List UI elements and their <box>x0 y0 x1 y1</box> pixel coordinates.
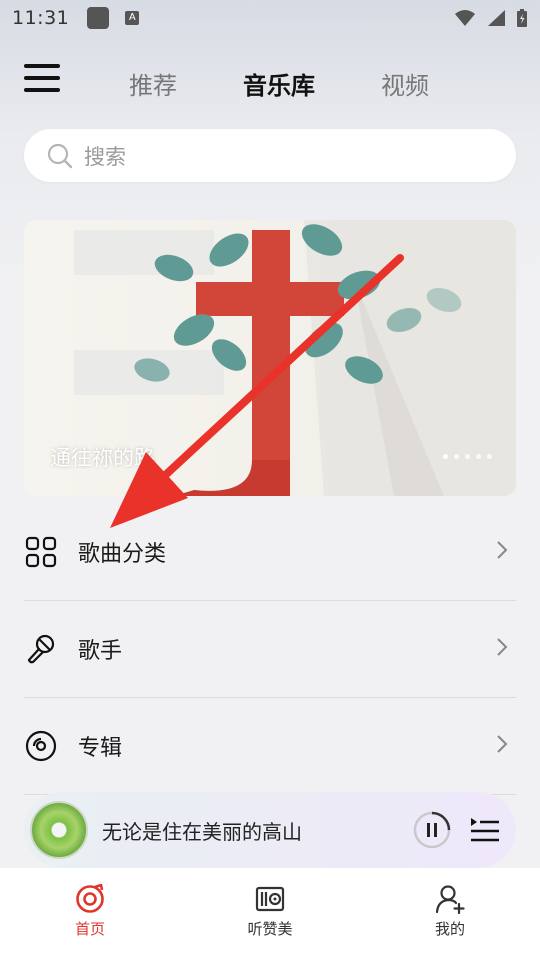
nav-label: 听赞美 <box>247 920 293 938</box>
menu-item-song-categories[interactable]: 歌曲分类 <box>24 504 516 601</box>
status-time: 11:31 <box>12 7 70 29</box>
battery-icon <box>517 9 527 27</box>
tab-recommend[interactable]: 推荐 <box>129 66 177 101</box>
carousel-dot <box>454 454 459 459</box>
tab-video[interactable]: 视频 <box>381 66 429 101</box>
search-placeholder: 搜索 <box>84 144 126 169</box>
menu-button[interactable] <box>24 64 60 94</box>
nav-listen-praise[interactable]: 听赞美 <box>180 868 360 960</box>
bottom-navigation: 首页 听赞美 我的 <box>0 868 540 960</box>
nav-label: 首页 <box>74 920 105 938</box>
album-cover[interactable] <box>30 801 88 859</box>
library-menu: 歌曲分类 歌手 专辑 <box>24 504 516 795</box>
menu-item-label: 专辑 <box>78 736 123 761</box>
status-bar: 11:31 A <box>0 0 540 36</box>
a-icon: A <box>125 11 140 25</box>
app-icon <box>87 7 110 29</box>
mini-player[interactable]: 无论是住在美丽的高山 <box>24 792 516 868</box>
menu-item-albums[interactable]: 专辑 <box>24 698 516 795</box>
microphone-icon <box>24 632 58 666</box>
carousel-dot <box>476 454 481 459</box>
tab-music-library[interactable]: 音乐库 <box>243 66 315 101</box>
signal-icon <box>488 10 505 26</box>
menu-item-label: 歌曲分类 <box>78 542 167 567</box>
menu-item-singers[interactable]: 歌手 <box>24 601 516 698</box>
radio-icon <box>255 886 285 912</box>
search-input[interactable]: 搜索 <box>24 129 516 182</box>
wifi-icon <box>455 10 475 26</box>
grid-icon <box>24 535 58 569</box>
pause-button[interactable] <box>412 810 452 850</box>
home-disc-icon <box>76 884 104 913</box>
now-playing-title: 无论是住在美丽的高山 <box>102 819 302 844</box>
nav-home[interactable]: 首页 <box>0 868 180 960</box>
carousel-dot <box>443 454 448 459</box>
disc-icon <box>24 729 58 763</box>
chevron-right-icon <box>497 638 508 656</box>
nav-mine[interactable]: 我的 <box>360 868 540 960</box>
chevron-right-icon <box>497 541 508 559</box>
playlist-icon[interactable] <box>470 816 500 844</box>
carousel-indicator <box>443 454 492 459</box>
banner-caption: 通往祢的路 <box>50 446 155 470</box>
person-icon <box>435 885 465 914</box>
carousel-dot <box>487 454 492 459</box>
nav-label: 我的 <box>434 920 465 938</box>
chevron-right-icon <box>497 735 508 753</box>
top-navigation: 推荐 音乐库 视频 <box>0 52 540 108</box>
banner-carousel[interactable]: 通往祢的路 <box>24 220 516 496</box>
hamburger-icon <box>24 64 60 68</box>
menu-item-label: 歌手 <box>78 639 123 664</box>
carousel-dot <box>465 454 470 459</box>
search-icon <box>47 143 73 168</box>
